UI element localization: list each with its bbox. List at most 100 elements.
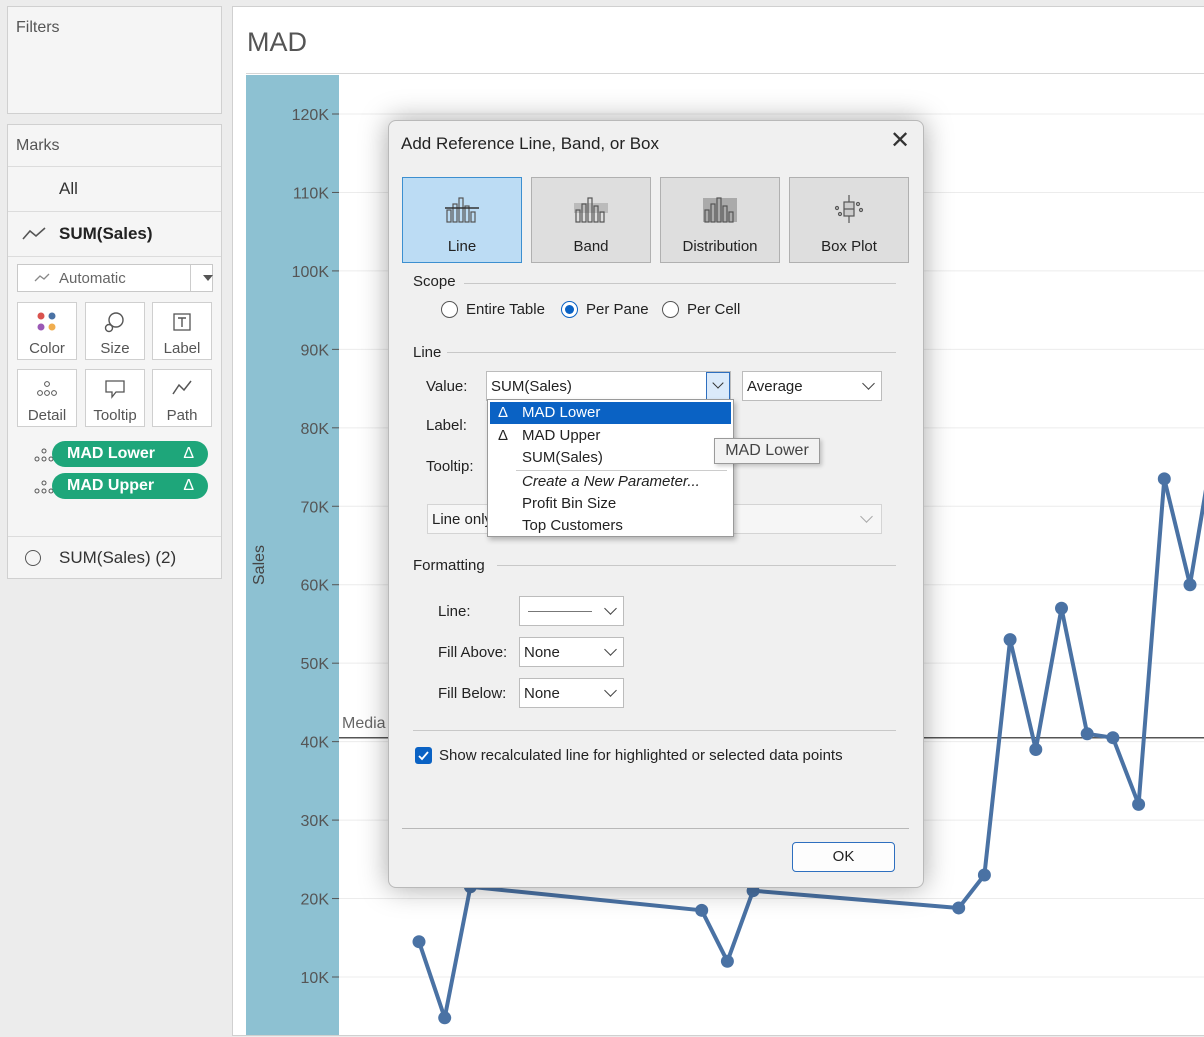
dropdown-item-create-parameter[interactable]: Create a New Parameter... <box>490 471 731 493</box>
line-type-button[interactable]: Line <box>402 177 522 263</box>
chevron-down-icon <box>862 377 875 390</box>
chevron-down-icon <box>604 643 617 656</box>
path-icon <box>172 380 192 395</box>
tooltip-card[interactable]: Tooltip <box>85 369 145 427</box>
dropdown-item-mad-lower[interactable]: Δ MAD Lower <box>490 402 731 424</box>
y-tick-label: 120K <box>292 107 330 124</box>
path-card[interactable]: Path <box>152 369 212 427</box>
y-axis-title-text: Sales <box>251 544 268 585</box>
scope-per-cell-label: Per Cell <box>687 301 741 318</box>
band-type-label: Band <box>573 238 609 255</box>
size-card[interactable]: Size <box>85 302 145 360</box>
label-field-label: Label: <box>426 417 467 434</box>
tooltip-card-label: Tooltip <box>93 407 137 424</box>
box-plot-type-button[interactable]: Box Plot <box>789 177 909 263</box>
mark-type-select[interactable]: Automatic <box>17 264 213 292</box>
value-select[interactable]: SUM(Sales) <box>486 371 731 401</box>
mark-type-value: Automatic <box>59 270 126 287</box>
size-card-label: Size <box>100 340 130 357</box>
distribution-type-button[interactable]: Distribution <box>660 177 780 263</box>
band-type-button[interactable]: Band <box>531 177 651 263</box>
data-point <box>1029 742 1043 756</box>
dropdown-item-top-customers[interactable]: Top Customers <box>490 515 731 537</box>
y-tick-label: 50K <box>301 656 330 673</box>
marks-sum-sales-2-row[interactable]: SUM(Sales) (2) <box>8 536 221 580</box>
y-tick-label: 40K <box>301 735 330 752</box>
scope-per-cell-radio[interactable]: Per Cell <box>662 301 740 318</box>
tooltip-icon <box>105 380 125 399</box>
line-style-swatch <box>528 611 592 612</box>
label-card-label: Label <box>163 340 201 357</box>
y-tick-label: 70K <box>301 499 330 516</box>
dropdown-item-sum-sales[interactable]: SUM(Sales) <box>490 447 731 469</box>
data-point <box>1183 578 1197 592</box>
ok-button[interactable]: OK <box>792 842 895 872</box>
label-icon <box>173 313 191 331</box>
size-icon <box>104 312 124 333</box>
fill-above-label: Fill Above: <box>438 644 508 661</box>
close-icon[interactable]: ✕ <box>887 129 913 155</box>
filters-shelf[interactable]: Filters <box>7 6 222 114</box>
line-only-value: Line only <box>432 511 493 528</box>
color-card[interactable]: Color <box>17 302 77 360</box>
data-point <box>1055 601 1068 615</box>
fill-below-select[interactable]: None <box>519 678 624 708</box>
data-point <box>952 901 966 915</box>
data-point <box>1080 727 1094 741</box>
dropdown-item-mad-upper[interactable]: Δ MAD Upper <box>490 425 731 447</box>
series-line-segment <box>1008 637 1038 752</box>
data-point <box>1157 472 1171 486</box>
fill-above-value: None <box>524 644 560 661</box>
label-card[interactable]: Label <box>152 302 212 360</box>
scope-entire-table-radio[interactable]: Entire Table <box>441 301 545 318</box>
scope-entire-table-label: Entire Table <box>466 301 545 318</box>
data-point <box>1106 731 1120 745</box>
series-line-segment <box>1059 606 1090 736</box>
delta-icon: Δ <box>183 445 194 462</box>
aggregation-select[interactable]: Average <box>742 371 882 401</box>
show-recalculated-checkbox[interactable] <box>415 747 432 764</box>
path-card-label: Path <box>166 407 198 424</box>
dropdown-item-label: Create a New Parameter... <box>522 473 700 490</box>
marks-all-row[interactable]: All <box>8 166 221 211</box>
series-line-segment <box>1136 476 1167 807</box>
dropdown-item-label: Top Customers <box>522 517 623 534</box>
y-tick-label: 100K <box>292 264 330 281</box>
show-recalculated-label: Show recalculated line for highlighted o… <box>439 747 843 764</box>
dropdown-item-profit-bin-size[interactable]: Profit Bin Size <box>490 493 731 515</box>
detail-icon <box>34 448 54 462</box>
reference-distribution-icon <box>703 197 737 223</box>
circle-mark-icon <box>25 550 41 566</box>
marks-sum-sales-2-label: SUM(Sales) (2) <box>59 548 177 567</box>
box-plot-icon <box>834 195 864 223</box>
y-tick-label: 80K <box>301 421 330 438</box>
marks-all-label: All <box>59 179 78 198</box>
chevron-down-icon <box>604 602 617 615</box>
chevron-down-icon <box>203 275 213 281</box>
distribution-type-label: Distribution <box>682 238 758 255</box>
mad-lower-pill[interactable]: MAD Lower Δ <box>52 441 208 467</box>
series-line-segment <box>751 888 961 910</box>
fill-below-label: Fill Below: <box>438 685 507 702</box>
y-tick-label: 30K <box>301 813 330 830</box>
automatic-mark-icon <box>34 273 50 282</box>
format-line-label: Line: <box>438 603 471 620</box>
data-point <box>1003 633 1017 647</box>
dialog-title: Add Reference Line, Band, or Box <box>401 134 659 153</box>
chevron-down-icon <box>712 377 724 389</box>
series-line-segment <box>725 888 756 964</box>
marks-sum-sales-row[interactable]: SUM(Sales) <box>8 211 221 256</box>
data-point <box>695 903 709 917</box>
detail-card[interactable]: Detail <box>17 369 77 427</box>
mad-upper-pill[interactable]: MAD Upper Δ <box>52 473 208 499</box>
fill-below-value: None <box>524 685 560 702</box>
detail-card-label: Detail <box>27 407 67 424</box>
value-dropdown-button[interactable] <box>706 372 730 400</box>
data-point <box>412 935 426 949</box>
detail-icon <box>34 480 54 494</box>
line-mark-icon <box>22 227 46 240</box>
fill-above-select[interactable]: None <box>519 637 624 667</box>
scope-per-pane-radio[interactable]: Per Pane <box>561 301 649 318</box>
line-style-select[interactable] <box>519 596 624 626</box>
marks-sum-sales-label: SUM(Sales) <box>59 224 153 243</box>
